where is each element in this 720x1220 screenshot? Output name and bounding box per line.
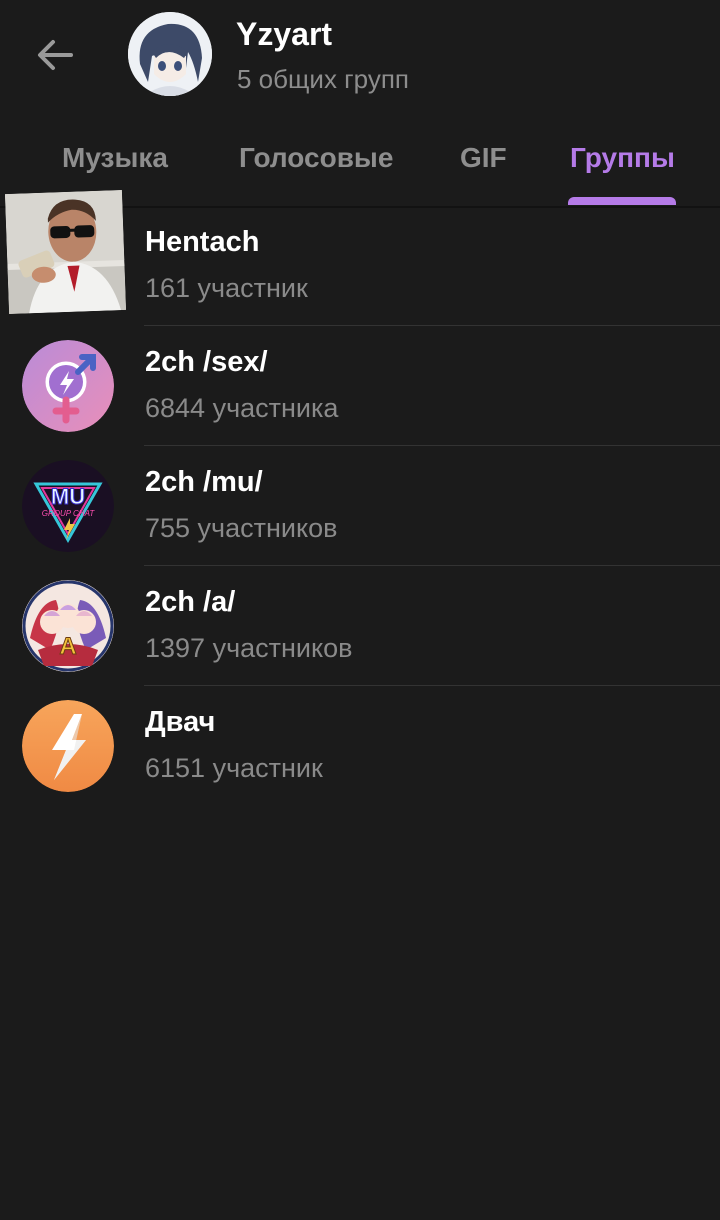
- list-item[interactable]: MU GROUP CHAT 2ch /mu/ 755 участников: [0, 446, 720, 566]
- group-members-count: 6151 участник: [145, 753, 323, 783]
- active-tab-indicator: [568, 197, 676, 205]
- group-name: 2ch /sex/: [145, 346, 268, 378]
- group-members-count: 161 участник: [145, 273, 308, 303]
- group-members-count: 1397 участников: [145, 633, 353, 663]
- group-avatar: A: [22, 580, 114, 672]
- mu-logo-subtext: GROUP CHAT: [42, 509, 96, 518]
- group-name: 2ch /a/: [145, 586, 236, 618]
- group-avatar: MU GROUP CHAT: [22, 460, 114, 552]
- chat-title: Yzyart: [236, 16, 333, 52]
- group-name: 2ch /mu/: [145, 466, 263, 498]
- tab-voice[interactable]: Голосовые: [239, 142, 393, 174]
- group-members-count: 6844 участника: [145, 393, 339, 423]
- a-logo-text: A: [59, 633, 76, 660]
- mu-logo-text: MU: [51, 484, 85, 509]
- tab-groups[interactable]: Группы: [570, 142, 675, 174]
- list-item[interactable]: A 2ch /a/ 1397 участников: [0, 566, 720, 686]
- user-avatar[interactable]: [128, 12, 212, 96]
- list-item[interactable]: Hentach 161 участник: [0, 189, 720, 326]
- arrow-left-icon: [38, 40, 73, 70]
- group-avatar: [4, 189, 127, 315]
- list-item[interactable]: 2ch /sex/ 6844 участника: [0, 326, 720, 446]
- list-item[interactable]: Двач 6151 участник: [0, 686, 720, 806]
- tab-gif[interactable]: GIF: [460, 142, 507, 174]
- groups-list: Hentach 161 участник 2ch /sex/ 6844 учас…: [0, 189, 720, 806]
- group-members-count: 755 участников: [145, 513, 338, 543]
- group-avatar: [22, 340, 114, 432]
- chat-header: Yzyart 5 общих групп: [0, 0, 720, 120]
- tab-music[interactable]: Музыка: [62, 142, 168, 174]
- group-name: Hentach: [145, 226, 260, 258]
- group-avatar: [22, 700, 114, 792]
- chat-subtitle: 5 общих групп: [237, 64, 409, 94]
- group-name: Двач: [145, 706, 216, 738]
- back-button[interactable]: [30, 30, 80, 80]
